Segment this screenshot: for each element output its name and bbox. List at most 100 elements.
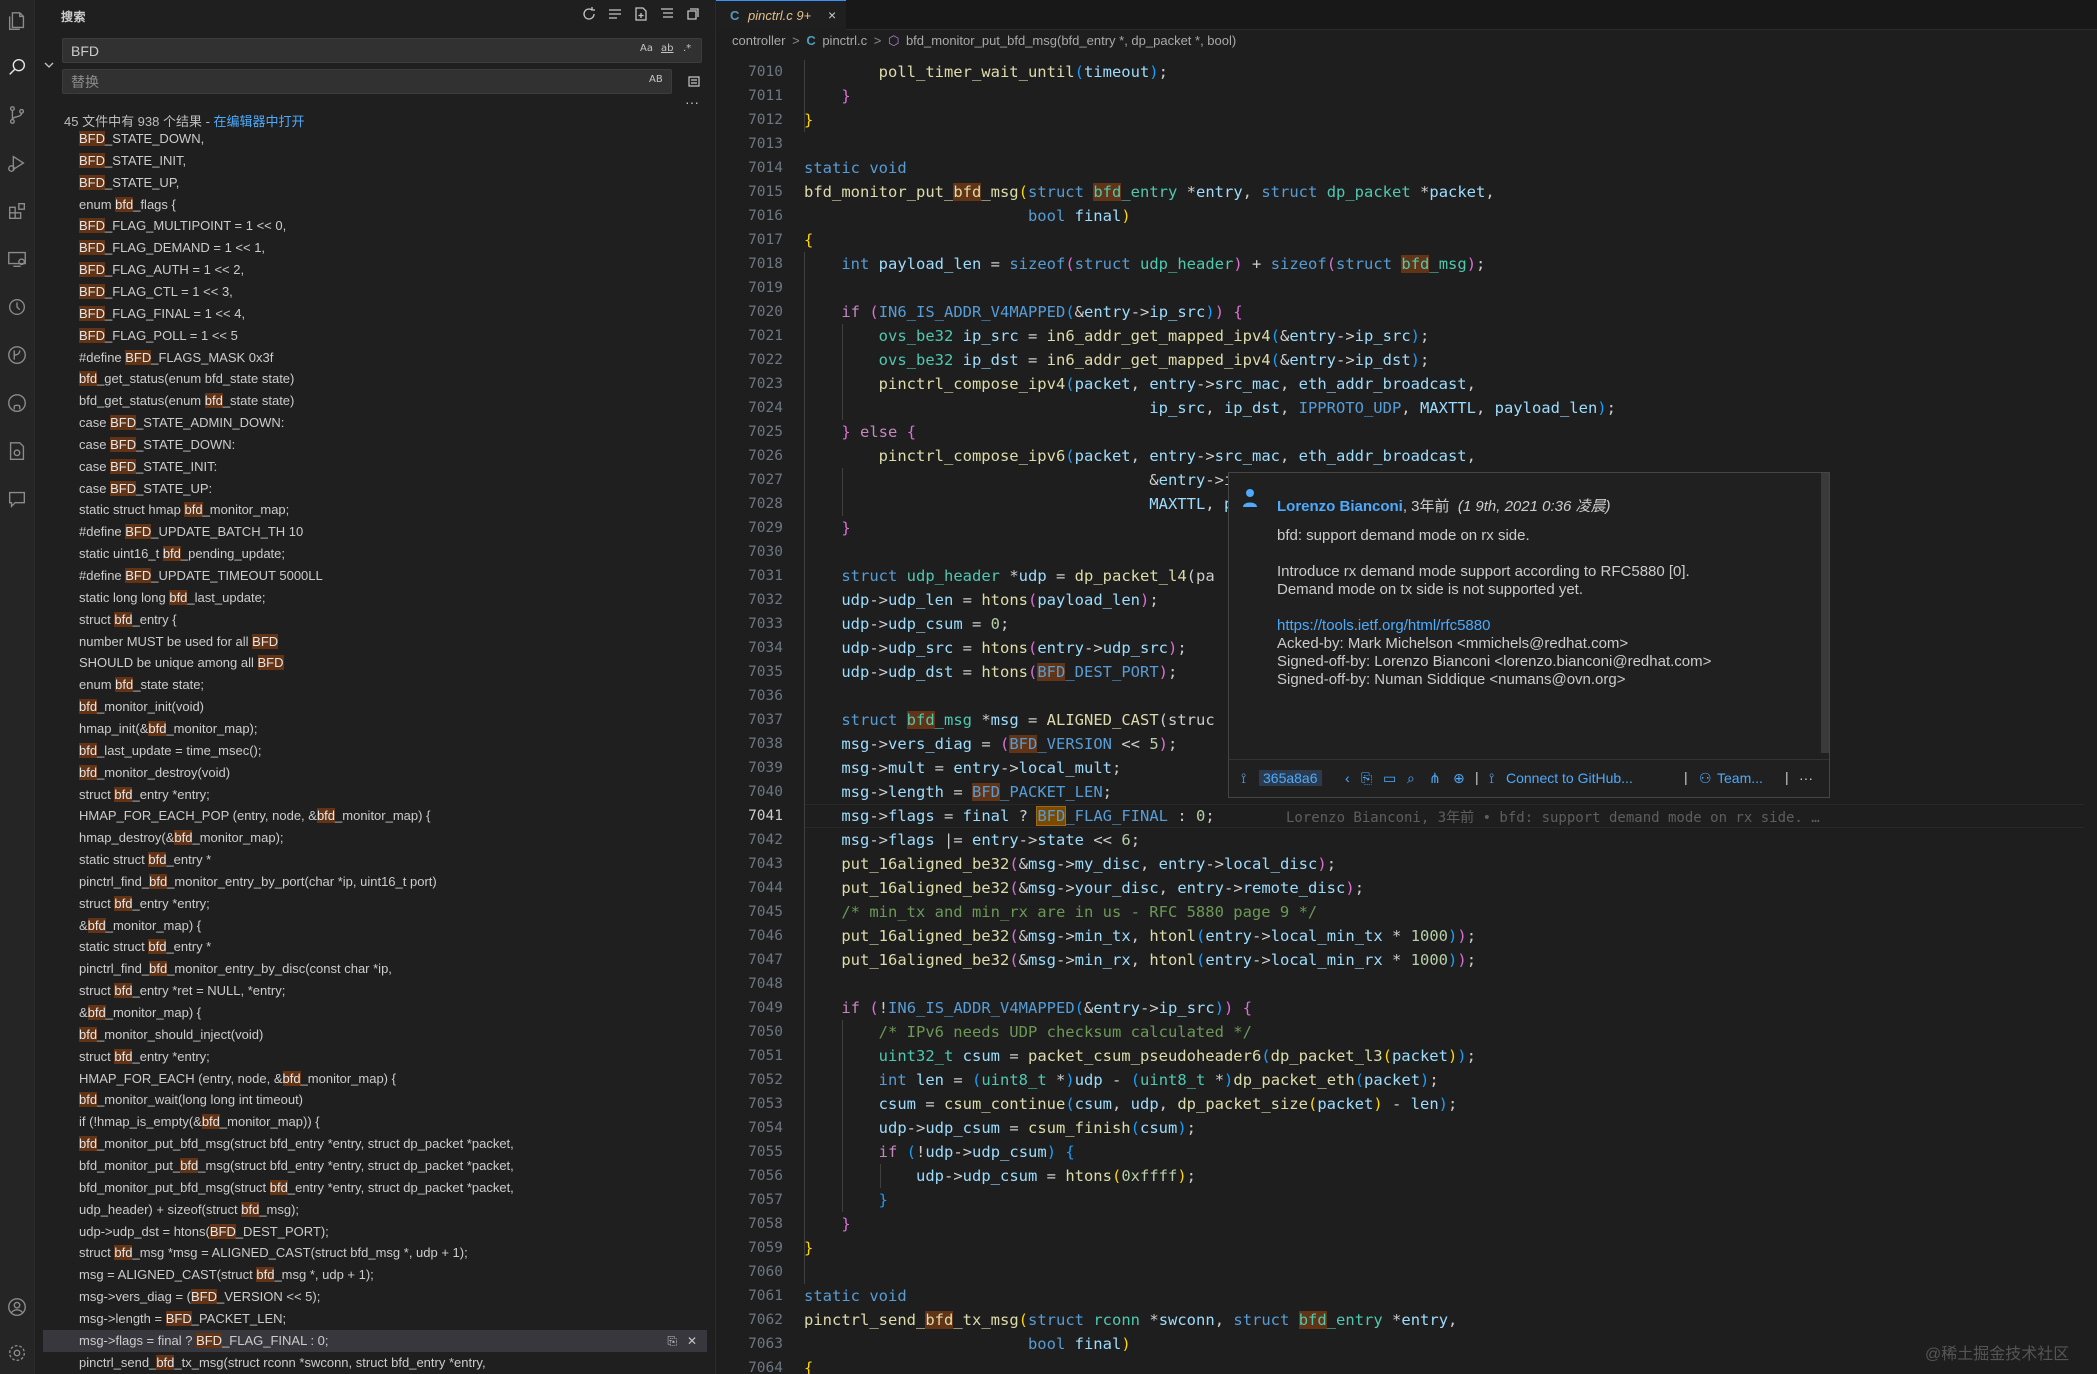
line-number[interactable]: 7030 [716, 540, 783, 564]
line-number[interactable]: 7027 [716, 468, 783, 492]
search-result-item[interactable]: bfd_get_status(enum bfd_state state) [79, 390, 709, 412]
search-result-item[interactable]: bfd_monitor_put_bfd_msg(struct bfd_entry… [79, 1155, 709, 1177]
close-icon[interactable]: × [828, 7, 836, 23]
line-number[interactable]: 7011 [716, 84, 783, 108]
line-number[interactable]: 7038 [716, 732, 783, 756]
replace-icon[interactable]: ⎘ [667, 1334, 677, 1348]
search-result-item[interactable]: static struct bfd_entry * [79, 936, 709, 958]
replace-input[interactable] [71, 73, 591, 91]
line-number[interactable]: 7058 [716, 1212, 783, 1236]
search-result-item[interactable]: BFD_FLAG_POLL = 1 << 5 [79, 325, 709, 347]
search-result-item[interactable]: udp_header) + sizeof(struct bfd_msg); [79, 1199, 709, 1221]
line-number[interactable]: 7049 [716, 996, 783, 1020]
search-result-item[interactable]: case BFD_STATE_ADMIN_DOWN: [79, 412, 709, 434]
search-result-item[interactable]: static struct bfd_entry * [79, 849, 709, 871]
line-number[interactable]: 7037 [716, 708, 783, 732]
search-result-item[interactable]: SHOULD be unique among all BFD [79, 652, 709, 674]
search-icon[interactable] [4, 54, 30, 80]
line-number[interactable]: 7021 [716, 324, 783, 348]
search-commit-icon[interactable]: ⌕ [1407, 770, 1415, 787]
line-number[interactable]: 7063 [716, 1332, 783, 1356]
search-result-item[interactable]: hmap_destroy(&bfd_monitor_map); [79, 827, 709, 849]
previous-revision-icon[interactable]: ‹ [1345, 770, 1350, 786]
dismiss-icon[interactable]: ✕ [687, 1334, 697, 1348]
line-number[interactable]: 7033 [716, 612, 783, 636]
line-number[interactable]: 7026 [716, 444, 783, 468]
search-result-item[interactable]: pinctrl_find_bfd_monitor_entry_by_disc(c… [79, 958, 709, 980]
line-number[interactable]: 7022 [716, 348, 783, 372]
search-result-item[interactable]: struct bfd_entry *entry; [79, 1046, 709, 1068]
remote-explorer-icon[interactable] [4, 246, 30, 272]
more-actions-icon[interactable]: ··· [685, 94, 699, 110]
line-number[interactable]: 7042 [716, 828, 783, 852]
search-result-item[interactable]: BFD_FLAG_MULTIPOINT = 1 << 0, [79, 215, 709, 237]
more-actions-icon[interactable]: ··· [1799, 770, 1813, 786]
use-regex-toggle[interactable]: .* [683, 43, 691, 54]
line-number[interactable]: 7028 [716, 492, 783, 516]
search-result-item[interactable]: struct bfd_entry *entry; [79, 784, 709, 806]
line-number[interactable]: 7043 [716, 852, 783, 876]
source-control-icon[interactable] [4, 102, 30, 128]
open-file-icon[interactable]: ▭ [1383, 770, 1396, 787]
line-number[interactable]: 7017 [716, 228, 783, 252]
breadcrumb-file[interactable]: pinctrl.c [822, 33, 867, 48]
search-result-item[interactable]: case BFD_STATE_INIT: [79, 456, 709, 478]
connect-github-link[interactable]: Connect to GitHub... [1506, 770, 1633, 786]
line-number[interactable]: 7035 [716, 660, 783, 684]
line-number[interactable]: 7018 [716, 252, 783, 276]
search-result-item[interactable]: bfd_get_status(enum bfd_state state) [79, 368, 709, 390]
search-result-item[interactable]: static struct hmap bfd_monitor_map; [79, 499, 709, 521]
hover-scrollbar[interactable] [1821, 473, 1829, 753]
search-result-item[interactable]: bfd_last_update = time_msec(); [79, 740, 709, 762]
collapse-all-icon[interactable] [685, 6, 703, 24]
globe-icon[interactable]: ⊕ [1453, 770, 1465, 787]
line-number[interactable]: 7045 [716, 900, 783, 924]
line-number[interactable]: 7036 [716, 684, 783, 708]
search-result-item[interactable]: &bfd_monitor_map) { [79, 915, 709, 937]
line-number[interactable]: 7051 [716, 1044, 783, 1068]
view-as-tree-icon[interactable] [659, 6, 677, 24]
refresh-icon[interactable] [581, 6, 599, 24]
line-number[interactable]: 7012 [716, 108, 783, 132]
line-number[interactable]: 7010 [716, 60, 783, 84]
search-result-item[interactable]: msg->vers_diag = (BFD_VERSION << 5); [79, 1286, 709, 1308]
line-number[interactable]: 7044 [716, 876, 783, 900]
search-result-item[interactable]: static uint16_t bfd_pending_update; [79, 543, 709, 565]
line-number[interactable]: 7015 [716, 180, 783, 204]
search-result-item[interactable]: bfd_monitor_should_inject(void) [79, 1024, 709, 1046]
line-number[interactable]: 7054 [716, 1116, 783, 1140]
test-icon[interactable] [4, 438, 30, 464]
search-result-item[interactable]: BFD_STATE_INIT, [79, 150, 709, 172]
run-debug-icon[interactable] [4, 150, 30, 176]
search-result-item[interactable]: bfd_monitor_wait(long long int timeout) [79, 1089, 709, 1111]
line-number[interactable]: 7057 [716, 1188, 783, 1212]
search-result-item[interactable]: struct bfd_msg *msg = ALIGNED_CAST(struc… [79, 1242, 709, 1264]
search-result-item[interactable]: number MUST be used for all BFD [79, 631, 709, 653]
search-result-item[interactable]: msg = ALIGNED_CAST(struct bfd_msg *, udp… [79, 1264, 709, 1286]
line-number[interactable]: 7047 [716, 948, 783, 972]
search-result-item[interactable]: struct bfd_entry { [79, 609, 709, 631]
graph-icon[interactable]: ⋔ [1429, 770, 1441, 787]
open-in-editor-link[interactable]: 在编辑器中打开 [214, 114, 305, 129]
search-result-item[interactable]: msg->flags = final ? BFD_FLAG_FINAL : 0;… [43, 1329, 707, 1352]
search-result-item[interactable]: pinctrl_send_bfd_tx_msg(struct rconn *sw… [79, 1352, 709, 1374]
line-number[interactable]: 7055 [716, 1140, 783, 1164]
rfc-link[interactable]: https://tools.ietf.org/html/rfc5880 [1277, 617, 1490, 634]
search-result-item[interactable]: &bfd_monitor_map) { [79, 1002, 709, 1024]
line-number[interactable]: 7041 [716, 804, 783, 828]
account-icon[interactable] [4, 1294, 30, 1320]
breadcrumb-symbol[interactable]: bfd_monitor_put_bfd_msg(bfd_entry *, dp_… [906, 33, 1236, 48]
search-result-item[interactable]: bfd_monitor_put_bfd_msg(struct bfd_entry… [79, 1133, 709, 1155]
line-number[interactable]: 7048 [716, 972, 783, 996]
line-number[interactable]: 7014 [716, 156, 783, 180]
tab-pinctrl-c[interactable]: C pinctrl.c 9+ × [716, 0, 846, 30]
preserve-case-toggle[interactable]: AB [649, 74, 663, 85]
search-result-item[interactable]: bfd_monitor_put_bfd_msg(struct bfd_entry… [79, 1177, 709, 1199]
line-number[interactable]: 7019 [716, 276, 783, 300]
line-number[interactable]: 7025 [716, 420, 783, 444]
line-number[interactable]: 7056 [716, 1164, 783, 1188]
line-number[interactable]: 7039 [716, 756, 783, 780]
github-icon[interactable] [4, 390, 30, 416]
search-input[interactable] [71, 42, 591, 60]
search-result-item[interactable]: struct bfd_entry *entry; [79, 893, 709, 915]
